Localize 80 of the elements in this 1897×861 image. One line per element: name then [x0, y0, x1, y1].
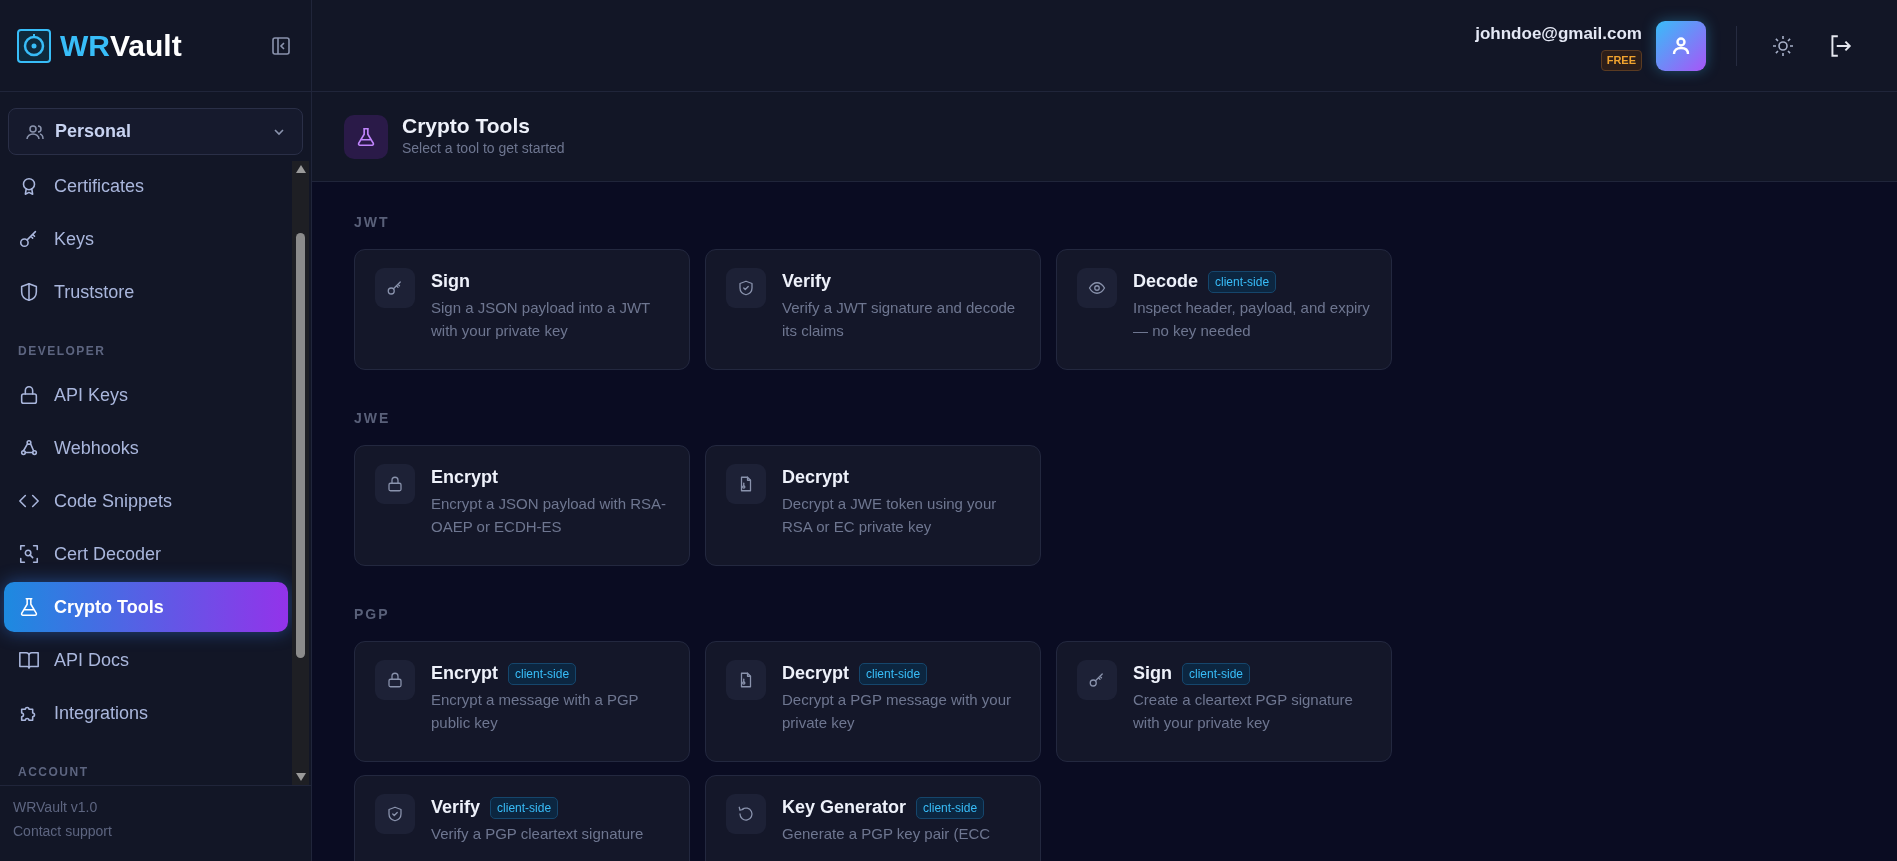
tool-card[interactable]: Verify Verify a JWT signature and decode its claims — [705, 249, 1041, 370]
tool-card[interactable]: Encrypt Encrypt a JSON payload with RSA-OAEP or ECDH-ES — [354, 445, 690, 566]
nav-item[interactable]: Code Snippets — [4, 476, 288, 526]
client-side-badge: client-side — [1182, 662, 1251, 685]
tool-description: Encrypt a JSON payload with RSA-OAEP or ECDH-ES — [431, 494, 668, 537]
avatar-button[interactable] — [1656, 20, 1706, 71]
tool-description: Encrypt a message with a PGP public key — [431, 690, 640, 733]
workspace-dropdown[interactable]: Personal — [8, 108, 303, 155]
nav-section-heading: DEVELOPER — [17, 343, 107, 360]
nav-item[interactable]: Webhooks — [4, 423, 288, 473]
tool-description: Verify a JWT signature and decode its claims — [782, 298, 1017, 341]
tool-card[interactable]: Encrypt client-side Encrypt a message with a PGP public key — [354, 641, 690, 762]
scroll-down-arrow-icon[interactable] — [295, 773, 306, 781]
tool-title: Decode — [1133, 270, 1199, 293]
file-key-icon — [726, 660, 766, 700]
tool-title: Verify — [782, 270, 832, 293]
key-icon — [375, 268, 415, 308]
version-text: WRVault v1.0 — [13, 798, 99, 817]
logo-icon — [16, 27, 52, 64]
file-key-icon — [726, 464, 766, 504]
eye-icon — [1077, 268, 1117, 308]
tool-card[interactable]: Verify client-side Verify a PGP cleartext signature — [354, 775, 690, 861]
page-subtitle: Select a tool to get started — [402, 138, 565, 158]
nav-item[interactable]: API Keys — [4, 370, 288, 420]
tool-title: Encrypt — [431, 662, 499, 685]
book-icon — [18, 649, 40, 671]
client-side-badge: client-side — [916, 796, 985, 819]
nav-item[interactable]: Integrations — [4, 688, 288, 738]
tool-title: Encrypt — [431, 466, 499, 489]
scroll-up-arrow-icon[interactable] — [295, 165, 306, 173]
tool-description: Sign a JSON payload into a JWT with your private key — [431, 298, 651, 341]
lock-icon — [18, 384, 40, 406]
nav-section-heading: ACCOUNT — [17, 764, 90, 781]
section-label: JWT — [354, 213, 391, 232]
tool-title: Verify — [431, 796, 481, 819]
tool-card[interactable]: Decrypt client-side Decrypt a PGP message with your private key — [705, 641, 1041, 762]
scrollbar[interactable] — [292, 161, 309, 785]
tool-title: Key Generator — [782, 796, 907, 819]
tool-card[interactable]: Sign Sign a JSON payload into a JWT with your private key — [354, 249, 690, 370]
tool-card[interactable]: Sign client-side Create a cleartext PGP signature with your private key — [1056, 641, 1392, 762]
tool-description: Generate a PGP key pair (ECC — [782, 824, 991, 844]
tool-description: Decrypt a JWE token using your RSA or EC private key — [782, 494, 998, 537]
client-side-badge: client-side — [490, 796, 559, 819]
flask-icon — [18, 596, 40, 618]
tool-description: Create a cleartext PGP signature with your private key — [1133, 690, 1354, 733]
nav-item[interactable]: API Docs — [4, 635, 288, 685]
flask-icon — [344, 114, 388, 159]
client-side-badge: client-side — [1208, 270, 1277, 293]
section-label: PGP — [354, 605, 391, 624]
client-side-badge: client-side — [859, 662, 928, 685]
lock-icon — [375, 660, 415, 700]
plan-badge: FREE — [1600, 50, 1642, 71]
section-label: JWE — [354, 409, 392, 428]
scan-icon — [18, 543, 40, 565]
tool-title: Sign — [431, 270, 470, 293]
tool-title: Sign — [1133, 662, 1172, 685]
nav-item[interactable]: Keys — [4, 214, 288, 264]
key-icon — [1077, 660, 1117, 700]
tool-title: Decrypt — [782, 662, 850, 685]
client-side-badge: client-side — [508, 662, 577, 685]
tool-card[interactable]: Decrypt Decrypt a JWE token using your RSA or EC private key — [705, 445, 1041, 566]
tool-description: Verify a PGP cleartext signature — [431, 824, 644, 844]
shield-icon — [18, 281, 40, 303]
tool-description: Decrypt a PGP message with your private key — [782, 690, 1012, 733]
nav-item[interactable]: Certificates — [4, 161, 288, 211]
tool-description: Inspect header, payload, and expiry — no key needed — [1133, 298, 1371, 341]
nav-item[interactable]: Truststore — [4, 267, 288, 317]
page-title: Crypto Tools — [402, 114, 531, 138]
user-email: johndoe@gmail.com — [1475, 22, 1642, 45]
workspace-label: Personal — [55, 120, 133, 143]
tool-card[interactable]: Decode client-side Inspect header, payload, and expiry — no key needed — [1056, 249, 1392, 370]
lock-icon — [375, 464, 415, 504]
app-logo: WRVault — [60, 28, 182, 64]
shield-check-icon — [726, 268, 766, 308]
shield-check-icon — [375, 794, 415, 834]
nav-item[interactable]: Crypto Tools — [4, 582, 288, 632]
rotate-icon — [726, 794, 766, 834]
nav-item[interactable]: Cert Decoder — [4, 529, 288, 579]
tool-title: Decrypt — [782, 466, 850, 489]
tool-card[interactable]: Key Generator client-side Generate a PGP key pair (ECC — [705, 775, 1041, 861]
